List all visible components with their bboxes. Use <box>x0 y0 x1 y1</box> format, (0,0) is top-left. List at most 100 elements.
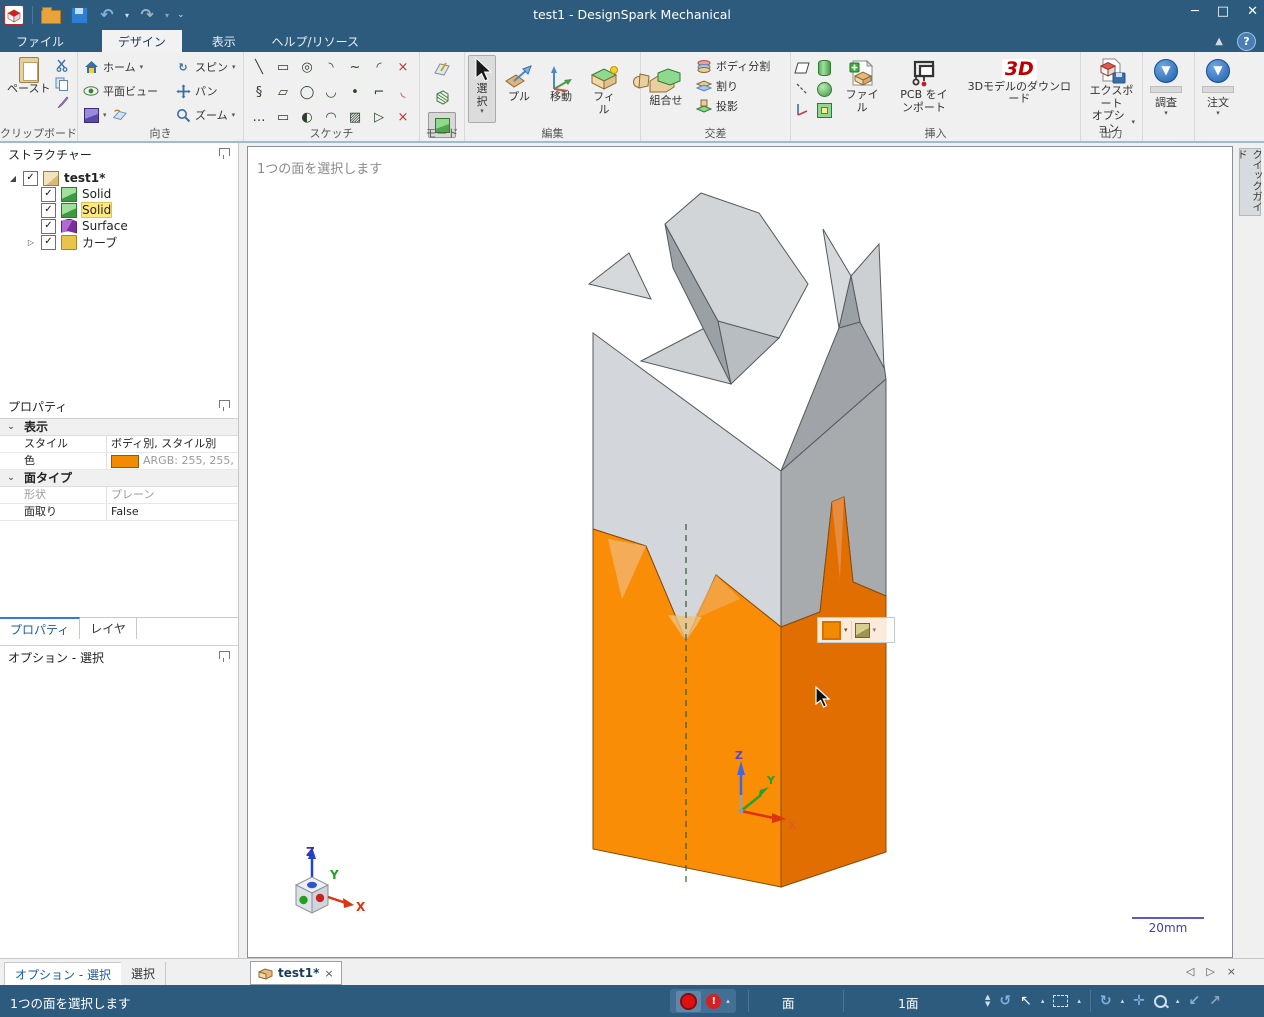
pin-icon[interactable] <box>219 651 230 659</box>
orbit-caret-icon[interactable]: ▴ <box>1121 997 1125 1005</box>
color-swatch[interactable] <box>111 455 139 468</box>
property-row-style[interactable]: スタイル ボディ別, スタイル別 <box>0 436 238 453</box>
solid-cube-icon[interactable] <box>855 623 870 638</box>
tab-design[interactable]: デザイン <box>102 30 182 54</box>
close-button[interactable]: ✕ <box>1247 4 1258 19</box>
tab-list-close-icon[interactable]: × <box>1227 965 1236 978</box>
paste-button[interactable]: ペースト <box>3 55 54 111</box>
selection-box-caret-icon[interactable]: ▴ <box>1077 997 1081 1005</box>
property-row-color[interactable]: 色 ARGB: 255, 255, 128 <box>0 453 238 470</box>
split-button[interactable]: 割り <box>694 77 772 95</box>
selection-mode[interactable]: 面 <box>782 993 795 1012</box>
cube-dropdown-caret[interactable]: ▾ <box>873 626 877 634</box>
quick-guide-tab[interactable]: クイックガイド <box>1239 148 1261 216</box>
section-mode-button[interactable] <box>428 84 456 110</box>
plane-icon[interactable] <box>794 59 810 77</box>
expander-expanded-icon[interactable]: ◢ <box>8 174 18 183</box>
copy-icon[interactable] <box>54 76 70 92</box>
sphere-icon[interactable] <box>816 80 832 98</box>
zoom-caret-icon[interactable]: ▴ <box>1176 997 1180 1005</box>
pull-button[interactable]: プル <box>500 63 538 106</box>
line-icon[interactable] <box>794 80 810 98</box>
combine-button[interactable]: 組合せ <box>644 65 688 115</box>
sketch-sheet-icon[interactable] <box>111 107 127 123</box>
zoom-button[interactable]: ズーム▾ <box>173 103 243 127</box>
sketch-tool-icon[interactable]: ◜ <box>367 55 391 80</box>
pan-button[interactable]: パン <box>173 79 243 103</box>
home-view-button[interactable]: ホーム▾ <box>81 55 173 79</box>
sketch-tool-icon[interactable]: • <box>343 80 367 105</box>
orbit-icon[interactable]: ↻ <box>1100 994 1112 1008</box>
cylinder-icon[interactable] <box>816 59 832 77</box>
axis-icon[interactable] <box>794 101 810 119</box>
tree-row-root[interactable]: ◢ test1* <box>0 170 238 186</box>
fill-button[interactable]: フィル <box>584 63 624 118</box>
orientation-cube[interactable]: Z Y X <box>296 845 366 914</box>
sketch-mode-button[interactable] <box>428 56 456 82</box>
tab-layers[interactable]: レイヤ <box>80 618 137 639</box>
undo-pointer-icon[interactable]: ↺ <box>999 994 1011 1008</box>
spin-button[interactable]: ↻ スピン▾ <box>173 55 243 79</box>
cursor-icon[interactable]: ↖ <box>1020 994 1032 1008</box>
cut-icon[interactable] <box>54 57 70 73</box>
section-facetype[interactable]: ⌄ 面タイプ <box>0 470 238 487</box>
move-button[interactable]: 移動 <box>542 63 580 106</box>
document-tab[interactable]: test1* × <box>250 961 342 985</box>
sketch-tool-icon[interactable]: ◡ <box>319 80 343 105</box>
record-button[interactable] <box>676 991 701 1012</box>
alert-icon[interactable]: ! <box>706 994 721 1009</box>
insert-file-button[interactable]: ファイル <box>838 57 886 119</box>
visibility-checkbox[interactable] <box>41 235 56 250</box>
download-3d-button[interactable]: 3D 3Dモデルのダウンロード <box>962 57 1077 119</box>
arrow-northeast-icon[interactable]: ↗ <box>1209 994 1221 1008</box>
section-display[interactable]: ⌄ 表示 <box>0 419 238 436</box>
sketch-tool-icon[interactable]: ◎ <box>295 55 319 80</box>
maximize-button[interactable]: □ <box>1217 4 1229 19</box>
pan-icon[interactable]: ✛ <box>1133 994 1145 1008</box>
pin-icon[interactable] <box>219 148 230 156</box>
tab-scroll-left-icon[interactable]: ◁ <box>1186 965 1194 978</box>
color-swatch[interactable] <box>822 621 841 640</box>
plan-view-button[interactable]: 平面ビュー <box>81 79 173 103</box>
tree-row-solid2[interactable]: Solid <box>0 202 238 218</box>
alert-caret-icon[interactable]: ▴ <box>726 997 730 1005</box>
sketch-tool-icon[interactable]: ◯ <box>295 80 319 105</box>
tab-file[interactable]: ファイル <box>0 30 80 54</box>
visibility-checkbox[interactable] <box>41 219 56 234</box>
sketch-tool-icon[interactable]: § <box>247 80 271 105</box>
close-tab-icon[interactable]: × <box>324 967 333 980</box>
shell-icon[interactable] <box>816 101 832 119</box>
sketch-tool-icon[interactable]: ⌐ <box>367 80 391 105</box>
sketch-tool-icon[interactable]: × <box>391 55 415 80</box>
help-icon[interactable]: ? <box>1237 32 1256 51</box>
model-canvas[interactable]: Z Y X Z Y X <box>248 147 1232 957</box>
floating-mini-toolbar[interactable]: ▾ ▾ <box>817 617 895 643</box>
swatch-dropdown-caret[interactable]: ▾ <box>844 626 848 634</box>
minimize-button[interactable]: ─ <box>1191 4 1199 19</box>
expander-collapsed-icon[interactable]: ▷ <box>26 238 36 247</box>
tab-select[interactable]: 選択 <box>121 962 166 986</box>
tree-row-solid1[interactable]: Solid <box>0 186 238 202</box>
collapse-ribbon-icon[interactable]: ▲ <box>1215 36 1223 47</box>
spinner-icon[interactable]: ▲▼ <box>985 994 990 1008</box>
viewport[interactable]: 1つの面を選択します <box>247 146 1233 958</box>
format-paint-icon[interactable] <box>54 95 70 111</box>
property-row-chamfer[interactable]: 面取り False <box>0 504 238 521</box>
split-body-button[interactable]: ボディ分割 <box>694 57 772 75</box>
sketch-tool-icon[interactable]: ~ <box>343 55 367 80</box>
visibility-checkbox[interactable] <box>41 187 56 202</box>
visibility-checkbox[interactable] <box>23 171 38 186</box>
model-spike-left[interactable] <box>589 253 651 299</box>
pcb-import-button[interactable]: PCB をインポート <box>892 57 955 119</box>
select-button[interactable]: 選択 ▾ <box>468 55 496 123</box>
zoom-icon[interactable] <box>1154 995 1167 1008</box>
tab-scroll-right-icon[interactable]: ▷ <box>1206 965 1214 978</box>
project-button[interactable]: 投影 <box>694 97 772 115</box>
tab-help-resources[interactable]: ヘルプ/リソース <box>256 30 375 54</box>
survey-button[interactable]: ▼ 調査 ▾ <box>1146 57 1186 119</box>
tree-row-curves[interactable]: ▷ カーブ <box>0 234 238 250</box>
chevron-down-icon[interactable]: ⌄ <box>0 419 22 435</box>
view-style-button[interactable]: ▾ <box>81 103 173 127</box>
sketch-tool-icon[interactable]: ╲ <box>247 55 271 80</box>
pin-icon[interactable] <box>219 400 230 408</box>
